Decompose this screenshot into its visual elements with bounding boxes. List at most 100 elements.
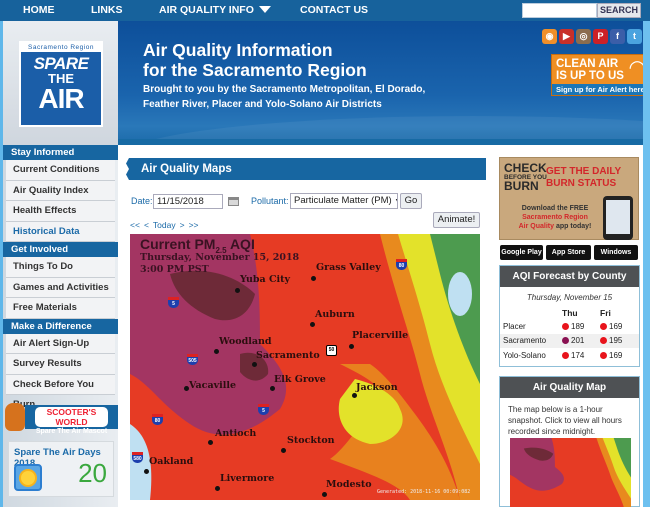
windows-store-badge[interactable]: Windows Store bbox=[594, 245, 638, 271]
ad-download-line2: Sacramento Region bbox=[522, 214, 588, 221]
interstate-5-shield-icon: 5 bbox=[258, 404, 269, 415]
sidebar-item-free-materials[interactable]: Free Materials bbox=[6, 298, 115, 319]
aqi-value: 195 bbox=[609, 336, 623, 346]
clean-air-line2: IS UP TO US bbox=[556, 70, 624, 82]
sun-icon bbox=[14, 464, 42, 491]
animate-button[interactable]: Animate! bbox=[433, 212, 480, 228]
air-quality-map-widget-description: The map below is a 1-hour snapshot. Clic… bbox=[508, 405, 622, 436]
rss-icon[interactable]: ◉ bbox=[542, 29, 557, 44]
wifi-icon: ◠ bbox=[628, 57, 643, 79]
nav-links[interactable]: LINKS bbox=[91, 4, 123, 16]
search-button[interactable]: SEARCH bbox=[597, 3, 641, 18]
sidebar-item-current-conditions[interactable]: Current Conditions bbox=[6, 160, 115, 181]
youtube-icon[interactable]: ▶ bbox=[559, 29, 574, 44]
city-label: Jackson bbox=[356, 382, 398, 393]
facebook-icon[interactable]: f bbox=[610, 29, 625, 44]
mini-aqi-map-thumbnail[interactable] bbox=[510, 438, 631, 507]
date-input[interactable]: 11/15/2018 bbox=[153, 194, 223, 209]
nav-air-quality-info[interactable]: AIR QUALITY INFO bbox=[159, 4, 271, 16]
top-navigation: HOME LINKS AIR QUALITY INFO CONTACT US S… bbox=[0, 0, 650, 21]
sidebar-heading-stay-informed: Stay Informed bbox=[3, 145, 118, 160]
sidebar-heading-get-involved: Get Involved bbox=[3, 242, 118, 257]
aqi-map[interactable]: Current PM2.5 AQI Thursday, November 15,… bbox=[130, 234, 480, 500]
sidebar-item-historical-data[interactable]: Historical Data bbox=[6, 221, 115, 242]
aqi-thu-cell: 201 bbox=[562, 333, 600, 348]
city-label: Vacaville bbox=[189, 380, 236, 391]
map-time: 3:00 PM PST bbox=[140, 264, 209, 275]
site-subtitle: Brought to you by the Sacramento Metropo… bbox=[143, 82, 463, 112]
pinterest-icon[interactable]: P bbox=[593, 29, 608, 44]
sidebar-item-games-and-activities[interactable]: Games and Activities bbox=[6, 277, 115, 298]
sidebar-item-air-alert-signup[interactable]: Air Alert Sign-Up bbox=[6, 333, 115, 354]
map-generated-timestamp: Generated: 2018-11-16 00:09:082 bbox=[377, 489, 471, 495]
first-date-link[interactable]: << bbox=[130, 220, 140, 230]
aqi-forecast-date: Thursday, November 15 bbox=[526, 293, 613, 302]
google-play-badge[interactable]: Google Play bbox=[500, 245, 543, 260]
sidebar-item-survey-results[interactable]: Survey Results bbox=[6, 354, 115, 375]
sidebar-item-things-to-do[interactable]: Things To Do bbox=[6, 257, 115, 278]
clean-air-banner[interactable]: CLEAN AIR IS UP TO US ◠ Sign up for Air … bbox=[551, 54, 643, 96]
sidebar-item-health-effects[interactable]: Health Effects bbox=[6, 201, 115, 222]
county-column-header bbox=[500, 306, 562, 319]
calendar-icon[interactable] bbox=[228, 197, 239, 206]
thu-column-header: Thu bbox=[562, 307, 578, 318]
aqi-status-dot bbox=[562, 351, 569, 359]
nav-contact-us[interactable]: CONTACT US bbox=[300, 4, 368, 16]
chevron-down-icon bbox=[258, 6, 271, 13]
aqi-forecast-widget: AQI Forecast by County Thursday, Novembe… bbox=[499, 265, 640, 367]
interstate-505-shield-icon: 505 bbox=[187, 354, 198, 365]
city-label: Stockton bbox=[287, 435, 335, 446]
aqi-status-dot bbox=[562, 337, 569, 345]
instagram-icon[interactable]: ◎ bbox=[576, 29, 591, 44]
interstate-5-shield-icon: 5 bbox=[168, 297, 179, 308]
nav-home[interactable]: HOME bbox=[23, 4, 55, 16]
today-link[interactable]: Today bbox=[153, 220, 176, 230]
site-subtitle-line1: Brought to you by the Sacramento Metropo… bbox=[143, 84, 426, 95]
twitter-icon[interactable]: t bbox=[627, 29, 642, 44]
city-label: Elk Grove bbox=[274, 374, 326, 385]
sidebar-item-air-quality-index[interactable]: Air Quality Index bbox=[6, 180, 115, 201]
logo-line3: AIR bbox=[38, 83, 84, 114]
city-dot bbox=[310, 322, 315, 327]
dropdown-arrow-icon: ▼ bbox=[394, 198, 397, 205]
sidebar-heading-make-a-difference: Make a Difference bbox=[3, 318, 118, 334]
previous-date-link[interactable]: < bbox=[144, 220, 149, 230]
ad-headline: GET THE DAILY BURN STATUS bbox=[546, 166, 621, 190]
city-dot bbox=[352, 393, 357, 398]
clean-air-line1: CLEAN AIR bbox=[556, 58, 619, 70]
next-date-link[interactable]: > bbox=[180, 220, 185, 230]
county-name: Yolo-Solano bbox=[503, 350, 546, 360]
city-label: Livermore bbox=[220, 473, 275, 484]
app-store-badge[interactable]: App Store bbox=[546, 245, 591, 260]
mini-map-layers bbox=[510, 438, 631, 507]
search-input[interactable] bbox=[522, 3, 597, 18]
city-dot bbox=[235, 288, 240, 293]
sidebar-item-check-before-you-burn[interactable]: Check Before You Burn bbox=[6, 374, 115, 410]
phone-app-icon bbox=[603, 196, 633, 240]
air-quality-maps-heading: Air Quality Maps bbox=[123, 158, 486, 180]
pollutant-select[interactable]: Particulate Matter (PM) ▼ bbox=[290, 193, 398, 209]
lake-tahoe bbox=[448, 272, 472, 316]
check-before-you-burn-ad[interactable]: CHECK BEFORE YOU BURN GET THE DAILY BURN… bbox=[499, 157, 639, 240]
air-quality-maps-title: Air Quality Maps bbox=[141, 163, 232, 175]
city-dot bbox=[208, 440, 213, 445]
check-before-you-burn-logo: CHECK BEFORE YOU BURN bbox=[504, 162, 547, 192]
air-quality-map-widget-title: Air Quality Map bbox=[500, 377, 639, 398]
ad-download-line3: Air Quality bbox=[518, 223, 555, 230]
spare-the-air-days-widget: Spare The Air Days 2018 20 bbox=[8, 441, 114, 497]
site-title-line1: Air Quality Information bbox=[143, 40, 333, 60]
table-row: Yolo-Solano 174 169 bbox=[500, 348, 639, 363]
scooters-world-banner[interactable]: SCOOTER'S WORLD Spare The Air Mascot bbox=[3, 403, 118, 435]
city-dot bbox=[214, 349, 219, 354]
ad-download-line4: app today! bbox=[555, 223, 592, 230]
city-label: Modesto bbox=[326, 479, 372, 490]
last-date-link[interactable]: >> bbox=[189, 220, 199, 230]
air-alert-signup-link[interactable]: Sign up for Air Alert here bbox=[552, 84, 643, 95]
scooters-world-label: SCOOTER'S WORLD Spare The Air Mascot bbox=[25, 405, 118, 435]
table-row: Placer 189 169 bbox=[500, 319, 639, 334]
city-dot bbox=[270, 386, 275, 391]
city-label: Yuba City bbox=[240, 274, 291, 285]
go-button[interactable]: Go bbox=[400, 193, 422, 209]
site-title-line2: for the Sacramento Region bbox=[143, 60, 367, 80]
spare-the-air-logo[interactable]: Sacramento Region SPARE THE AIR bbox=[19, 41, 103, 127]
